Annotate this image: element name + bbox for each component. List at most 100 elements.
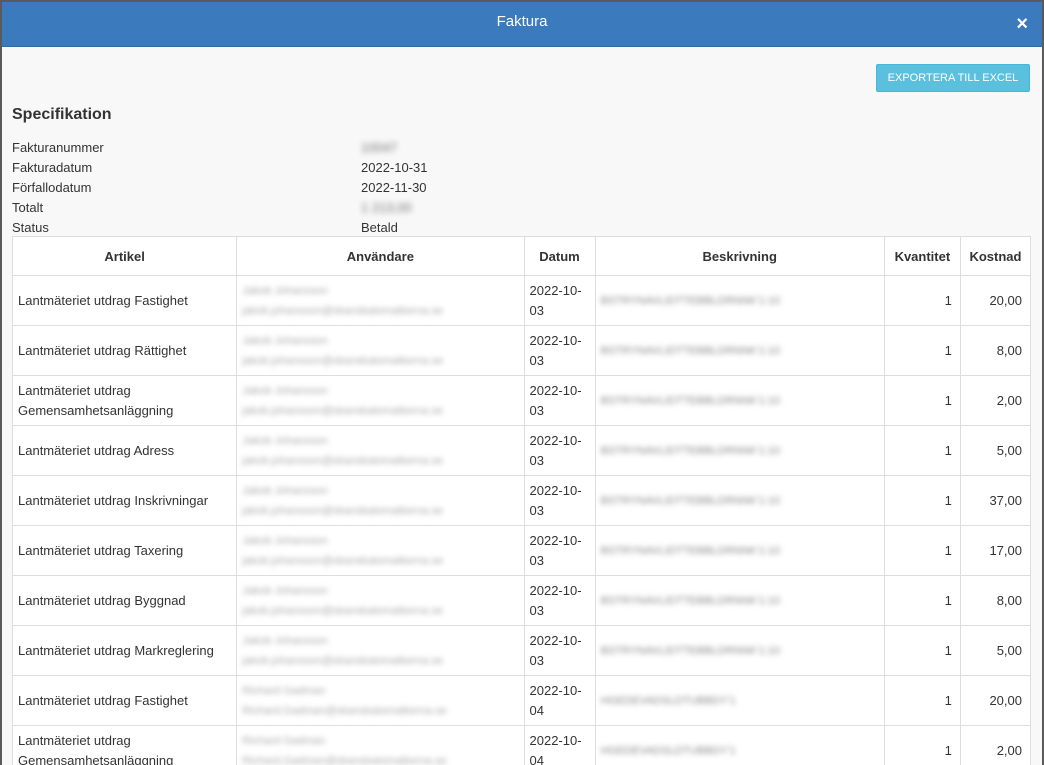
user-email: jakob.johansson@skanskatomatkerna.se	[242, 304, 443, 317]
description-text: BSTRYNAVLIDTTEBBLDRNNK'1:10	[600, 445, 781, 457]
cell-datum: 2022-10-03	[523, 525, 596, 576]
cell-artikel: Lantmäteriet utdrag Byggnad	[11, 575, 238, 626]
header-beskrivning[interactable]: Beskrivning	[594, 236, 885, 276]
cell-beskrivning: BSTRYNAVLIDTTEBBLDRNNK'1:10	[594, 325, 885, 376]
table-row: Lantmäteriet utdrag Inskrivningar Jakob J…	[11, 475, 1032, 526]
cell-anvandare: Jakob Johansson jakob.johansson@skanskato…	[236, 525, 525, 576]
user-name: Jakob Johansson	[242, 334, 328, 347]
table-row: Lantmäteriet utdrag Fastighet Richard Gad…	[11, 675, 1032, 726]
spec-row-status: Status Betald	[12, 218, 512, 238]
cell-artikel: Lantmäteriet utdrag Fastighet	[11, 275, 238, 326]
cell-datum: 2022-10-03	[523, 375, 596, 426]
user-email: Richard.Gadman@skanskatomatkerna.se	[242, 704, 447, 717]
cell-anvandare: Jakob Johansson jakob.johansson@skanskato…	[236, 275, 525, 326]
description-text: HGEDEVADSLDTUBBDY'1	[600, 745, 736, 757]
table-row: Lantmäteriet utdrag Taxering Jakob Johans…	[11, 525, 1032, 576]
table-row: Lantmäteriet utdrag Adress Jakob Johansso…	[11, 425, 1032, 476]
table-row: Lantmäteriet utdrag Gemensamhetsanläggni…	[11, 375, 1032, 426]
user-name: Jakob Johansson	[242, 384, 328, 397]
cell-beskrivning: BSTRYNAVLIDTTEBBLDRNNK'1:10	[594, 425, 885, 476]
spec-row-invoice-number: Fakturanummer 10047	[12, 138, 512, 158]
table-row: Lantmäteriet utdrag Rättighet Jakob Johan…	[11, 325, 1032, 376]
spec-label: Fakturanummer	[12, 140, 104, 155]
header-kostnad[interactable]: Kostnad	[959, 236, 1032, 276]
user-email: jakob.johansson@skanskatomatkerna.se	[242, 404, 443, 417]
description-text: BSTRYNAVLIDTTEBBLDRNNK'1:10	[600, 595, 781, 607]
cell-kvantitet: 1	[883, 475, 961, 526]
cell-beskrivning: BSTRYNAVLIDTTEBBLDRNNK'1:10	[594, 625, 885, 676]
table-body: Lantmäteriet utdrag Fastighet Jakob Johan…	[11, 275, 1032, 765]
header-kvantitet[interactable]: Kvantitet	[883, 236, 961, 276]
cell-anvandare: Jakob Johansson jakob.johansson@skanskato…	[236, 575, 525, 626]
specification-list: Fakturanummer 10047 Fakturadatum 2022-10…	[12, 138, 512, 238]
cell-datum: 2022-10-04	[523, 725, 596, 765]
header-anvandare[interactable]: Användare	[236, 236, 525, 276]
header-datum[interactable]: Datum	[523, 236, 596, 276]
cell-kvantitet: 1	[883, 575, 961, 626]
user-email: jakob.johansson@skanskatomatkerna.se	[242, 654, 443, 667]
cell-datum: 2022-10-03	[523, 275, 596, 326]
cell-kostnad: 5,00	[959, 625, 1032, 676]
user-name: Jakob Johansson	[242, 284, 328, 297]
header-artikel[interactable]: Artikel	[11, 236, 238, 276]
spec-value: 2022-11-30	[361, 180, 427, 195]
cell-anvandare: Richard Gadman Richard.Gadman@skanskatoma…	[236, 725, 525, 765]
cell-beskrivning: BSTRYNAVLIDTTEBBLDRNNK'1:10	[594, 475, 885, 526]
user-email: Richard.Gadman@skanskatomatkerna.se	[242, 754, 447, 765]
spec-label: Totalt	[12, 200, 44, 215]
user-name: Richard Gadman	[242, 684, 326, 697]
spec-label: Status	[12, 220, 49, 235]
cell-kvantitet: 1	[883, 325, 961, 376]
cell-kostnad: 8,00	[959, 325, 1032, 376]
description-text: BSTRYNAVLIDTTEBBLDRNNK'1:10	[600, 295, 781, 307]
cell-artikel: Lantmäteriet utdrag Gemensamhetsanläggni…	[11, 375, 238, 426]
cell-anvandare: Jakob Johansson jakob.johansson@skanskato…	[236, 325, 525, 376]
cell-kostnad: 8,00	[959, 575, 1032, 626]
cell-artikel: Lantmäteriet utdrag Gemensamhetsanläggni…	[11, 725, 238, 765]
invoice-table-container: Artikel Användare Datum Beskrivning Kvan…	[11, 236, 1032, 765]
cell-datum: 2022-10-03	[523, 575, 596, 626]
table-row: Lantmäteriet utdrag Fastighet Jakob Johan…	[11, 275, 1032, 326]
user-email: jakob.johansson@skanskatomatkerna.se	[242, 554, 443, 567]
user-name: Jakob Johansson	[242, 634, 328, 647]
cell-kostnad: 2,00	[959, 725, 1032, 765]
close-icon[interactable]: ×	[1016, 14, 1028, 34]
status-value: Betald	[361, 220, 398, 235]
cell-kostnad: 17,00	[959, 525, 1032, 576]
spec-row-invoice-date: Fakturadatum 2022-10-31	[12, 158, 512, 178]
user-email: jakob.johansson@skanskatomatkerna.se	[242, 504, 443, 517]
cell-datum: 2022-10-03	[523, 325, 596, 376]
cell-kvantitet: 1	[883, 675, 961, 726]
spec-value: 1 213,00	[361, 200, 412, 215]
export-to-excel-button[interactable]: EXPORTERA TILL EXCEL	[876, 64, 1030, 92]
description-text: BSTRYNAVLIDTTEBBLDRNNK'1:10	[600, 395, 781, 407]
invoice-dialog: Faktura × EXPORTERA TILL EXCEL Specifika…	[2, 2, 1042, 765]
user-name: Richard Gadman	[242, 734, 326, 747]
description-text: BSTRYNAVLIDTTEBBLDRNNK'1:10	[600, 545, 781, 557]
table-header-row: Artikel Användare Datum Beskrivning Kvan…	[11, 236, 1032, 276]
cell-kvantitet: 1	[883, 725, 961, 765]
cell-anvandare: Jakob Johansson jakob.johansson@skanskato…	[236, 425, 525, 476]
cell-beskrivning: BSTRYNAVLIDTTEBBLDRNNK'1:10	[594, 575, 885, 626]
table-row: Lantmäteriet utdrag Markreglering Jakob J…	[11, 625, 1032, 676]
spec-row-due-date: Förfallodatum 2022-11-30	[12, 178, 512, 198]
cell-beskrivning: BSTRYNAVLIDTTEBBLDRNNK'1:10	[594, 375, 885, 426]
cell-beskrivning: HGEDEVADSLDTUBBDY'1	[594, 725, 885, 765]
cell-anvandare: Jakob Johansson jakob.johansson@skanskato…	[236, 625, 525, 676]
dialog-header: Faktura ×	[2, 2, 1042, 47]
cell-anvandare: Richard Gadman Richard.Gadman@skanskatoma…	[236, 675, 525, 726]
user-name: Jakob Johansson	[242, 484, 328, 497]
cell-datum: 2022-10-03	[523, 425, 596, 476]
specification-heading: Specifikation	[12, 106, 112, 123]
description-text: BSTRYNAVLIDTTEBBLDRNNK'1:10	[600, 345, 781, 357]
cell-anvandare: Jakob Johansson jakob.johansson@skanskato…	[236, 475, 525, 526]
cell-artikel: Lantmäteriet utdrag Fastighet	[11, 675, 238, 726]
spec-value: 2022-10-31	[361, 160, 428, 175]
invoice-items-table: Artikel Användare Datum Beskrivning Kvan…	[11, 236, 1032, 765]
cell-datum: 2022-10-04	[523, 675, 596, 726]
user-name: Jakob Johansson	[242, 434, 328, 447]
user-name: Jakob Johansson	[242, 534, 328, 547]
cell-kostnad: 2,00	[959, 375, 1032, 426]
user-email: jakob.johansson@skanskatomatkerna.se	[242, 354, 443, 367]
user-name: Jakob Johansson	[242, 584, 328, 597]
